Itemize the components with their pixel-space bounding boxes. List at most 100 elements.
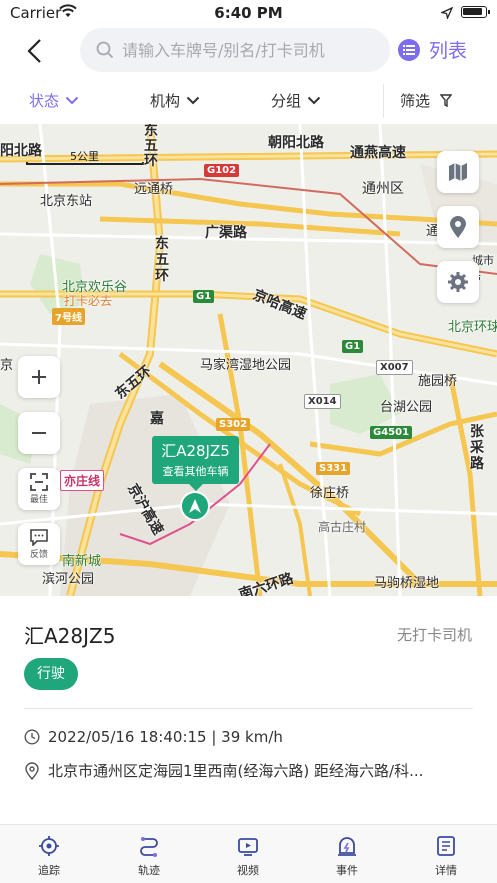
- tab-label: 详情: [435, 864, 457, 877]
- road-badge: G102: [204, 164, 240, 177]
- feedback-label: 反馈: [29, 550, 48, 560]
- filter-label: 机构: [150, 92, 181, 110]
- map-icon: [449, 163, 467, 181]
- map-view[interactable]: 5公里 阳北路 朝阳北路 东五环 通燕高速 远通桥 通州区 北京东站 广渠路 东…: [0, 124, 497, 596]
- map-label: 马家湾湿地公园: [200, 358, 292, 373]
- chevron-down-icon: [186, 96, 200, 105]
- filter-status[interactable]: 状态: [29, 90, 79, 111]
- tab-bar: 追踪 轨迹 视频 事件 详情: [0, 824, 497, 883]
- detail-icon: [437, 836, 455, 856]
- map-label: 马驹桥湿地: [374, 576, 440, 591]
- vehicle-popup-plate: 汇A28JZ5: [161, 442, 230, 460]
- navigation-arrow-icon: [189, 499, 201, 513]
- filter-org[interactable]: 机构: [150, 90, 200, 111]
- map-label: 东五环: [144, 124, 158, 169]
- video-icon: [238, 838, 258, 856]
- map-label: 亦庄线: [60, 470, 105, 491]
- tab-label: 视频: [237, 864, 259, 877]
- tab-track[interactable]: 追踪: [19, 835, 79, 878]
- map-label: 北京东站: [40, 194, 93, 209]
- address-row: 北京市通州区定海园1里西南(经海六路) 距经海六路/科...: [24, 760, 473, 781]
- timestamp-row: 2022/05/16 18:40:15 | 39 km/h: [24, 728, 473, 746]
- chevron-left-icon: [27, 39, 41, 63]
- road-badge: G1: [342, 340, 364, 353]
- search-input[interactable]: [122, 40, 372, 60]
- track-icon: [140, 837, 158, 857]
- map-label: 嘉: [150, 411, 164, 427]
- clock: 6:40 PM: [214, 4, 283, 22]
- location-pin-icon: [25, 761, 39, 780]
- filter-label: 状态: [29, 92, 60, 110]
- plus-icon: [32, 370, 46, 384]
- map-settings-button[interactable]: [437, 261, 479, 303]
- vehicle-marker[interactable]: [180, 491, 210, 521]
- tab-label: 轨迹: [138, 864, 160, 877]
- map-label: 北京环球: [448, 320, 497, 335]
- driver-label: 无打卡司机: [396, 626, 472, 644]
- map-label: 南新城: [62, 554, 102, 569]
- tab-label: 事件: [336, 864, 358, 877]
- funnel-icon: [440, 94, 453, 107]
- chevron-down-icon: [307, 96, 321, 105]
- map-label: 广渠路: [205, 225, 247, 241]
- gear-icon: [448, 272, 468, 292]
- map-label: 徐庄桥: [310, 486, 350, 501]
- tab-event[interactable]: 事件: [317, 835, 377, 878]
- address-text: 北京市通州区定海园1里西南(经海六路) 距经海六路/科...: [48, 762, 424, 780]
- vehicle-plate: 汇A28JZ5: [24, 624, 116, 648]
- search-icon: [96, 41, 114, 59]
- map-layer-button[interactable]: [437, 151, 479, 193]
- zoom-in-button[interactable]: [18, 356, 60, 398]
- map-label: 高古庄村: [318, 520, 367, 534]
- map-label: 7号线: [52, 308, 85, 325]
- status-badge: 行驶: [24, 658, 78, 690]
- chevron-down-icon: [65, 96, 79, 105]
- map-label: 京: [0, 358, 14, 373]
- timestamp-speed: 2022/05/16 18:40:15 | 39 km/h: [48, 728, 283, 746]
- filter-screen[interactable]: 筛选: [400, 90, 453, 111]
- map-label: 远通桥: [134, 182, 174, 197]
- map-label: 阳北路: [0, 143, 42, 159]
- search-box[interactable]: [80, 28, 390, 72]
- map-label: 施园桥: [418, 374, 458, 389]
- event-icon: [338, 837, 356, 856]
- status-bar: Carrier 6:40 PM: [0, 0, 497, 26]
- list-icon: [398, 38, 420, 61]
- best-view-button[interactable]: 最佳: [18, 468, 60, 510]
- tab-trajectory[interactable]: 轨迹: [119, 835, 179, 878]
- map-scale: 5公里: [26, 148, 144, 168]
- divider: [383, 84, 384, 118]
- list-label: 列表: [429, 40, 468, 62]
- map-label: 通燕高速: [350, 145, 406, 161]
- road-badge: S331: [316, 462, 351, 475]
- minus-icon: [32, 432, 46, 434]
- tab-label: 追踪: [38, 864, 60, 877]
- map-label: 通州区: [362, 181, 404, 197]
- header: 列表: [0, 28, 497, 74]
- road-badge: G4501: [370, 426, 413, 439]
- filter-bar: 状态 机构 分组 筛选: [0, 84, 497, 120]
- vehicle-popup[interactable]: 汇A28JZ5 查看其他车辆: [152, 436, 239, 491]
- filter-group[interactable]: 分组: [271, 90, 321, 111]
- battery-icon: [461, 6, 490, 18]
- map-label: 朝阳北路: [268, 135, 324, 151]
- feedback-icon: [30, 529, 48, 546]
- road-badge: G1: [193, 290, 215, 303]
- best-view-label: 最佳: [29, 495, 48, 505]
- filter-label: 筛选: [400, 92, 431, 110]
- location-arrow-icon: [439, 5, 454, 23]
- view-other-vehicles-link[interactable]: 查看其他车辆: [152, 463, 239, 479]
- zoom-out-button[interactable]: [18, 412, 60, 454]
- road-badge: X014: [304, 394, 341, 409]
- fit-view-icon: [30, 473, 48, 491]
- tab-detail[interactable]: 详情: [416, 835, 476, 878]
- feedback-button[interactable]: 反馈: [18, 523, 60, 565]
- target-icon: [39, 836, 59, 856]
- back-button[interactable]: [18, 35, 50, 67]
- list-button[interactable]: 列表: [398, 36, 467, 63]
- road-badge: S302: [216, 418, 251, 431]
- tab-video[interactable]: 视频: [218, 835, 278, 878]
- clock-icon: [24, 729, 40, 745]
- filter-label: 分组: [271, 92, 302, 110]
- map-locate-button[interactable]: [437, 206, 479, 248]
